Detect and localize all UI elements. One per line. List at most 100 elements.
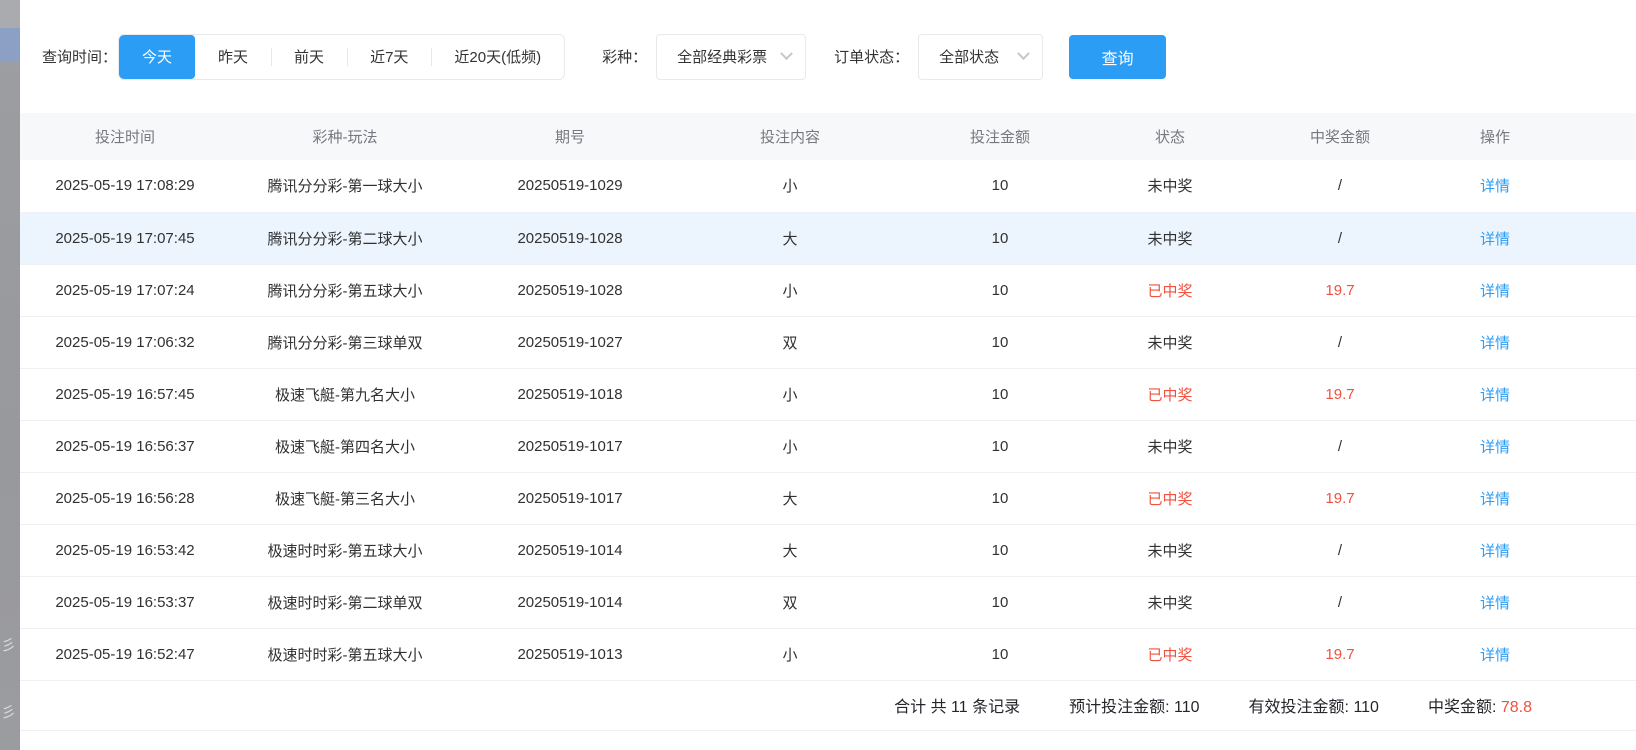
table-row: 2025-05-19 17:07:24 腾讯分分彩-第五球大小 20250519…: [20, 264, 1636, 316]
cell-bet-time: 2025-05-19 16:52:47: [20, 628, 230, 680]
cell-bet-amount: 10: [900, 160, 1100, 212]
cell-filler: [1550, 576, 1636, 628]
cell-bet-time: 2025-05-19 17:07:24: [20, 264, 230, 316]
cell-status: 未中奖: [1100, 316, 1240, 368]
column-header: 彩种-玩法: [230, 113, 460, 160]
cell-filler: [1550, 472, 1636, 524]
summary-valid-bet-label: 有效投注金额:: [1249, 699, 1349, 716]
cell-prize: /: [1240, 524, 1440, 576]
time-filter-option-2[interactable]: 前天: [271, 35, 347, 79]
cell-prize: /: [1240, 212, 1440, 264]
cell-game-play: 腾讯分分彩-第三球单双: [230, 316, 460, 368]
cell-issue-no: 20250519-1017: [460, 420, 680, 472]
cell-issue-no: 20250519-1014: [460, 524, 680, 576]
cell-action: 详情: [1440, 316, 1550, 368]
detail-link[interactable]: 详情: [1480, 335, 1510, 352]
cell-prize: /: [1240, 576, 1440, 628]
cell-issue-no: 20250519-1027: [460, 316, 680, 368]
cell-issue-no: 20250519-1028: [460, 212, 680, 264]
cell-bet-content: 小: [680, 264, 900, 316]
cell-game-play: 极速飞艇-第四名大小: [230, 420, 460, 472]
detail-link[interactable]: 详情: [1480, 595, 1510, 612]
summary-prize-label: 中奖金额:: [1428, 699, 1496, 716]
detail-link[interactable]: 详情: [1480, 543, 1510, 560]
detail-link[interactable]: 详情: [1480, 491, 1510, 508]
cell-bet-content: 大: [680, 472, 900, 524]
detail-link[interactable]: 详情: [1480, 178, 1510, 195]
detail-link[interactable]: 详情: [1480, 387, 1510, 404]
cell-bet-amount: 10: [900, 212, 1100, 264]
cell-bet-content: 小: [680, 160, 900, 212]
cell-action: 详情: [1440, 368, 1550, 420]
time-filter-option-1[interactable]: 昨天: [195, 35, 271, 79]
summary-prize-value: 78.8: [1501, 699, 1532, 716]
cell-filler: [1550, 524, 1636, 576]
order-status-select[interactable]: 全部状态: [918, 34, 1043, 80]
table-row: 2025-05-19 17:06:32 腾讯分分彩-第三球单双 20250519…: [20, 316, 1636, 368]
cell-status: 已中奖: [1100, 264, 1240, 316]
records-table: 投注时间彩种-玩法期号投注内容投注金额状态中奖金额操作 2025-05-19 1…: [20, 113, 1636, 681]
cell-game-play: 极速时时彩-第五球大小: [230, 524, 460, 576]
cell-bet-time: 2025-05-19 16:56:28: [20, 472, 230, 524]
cell-bet-amount: 10: [900, 576, 1100, 628]
table-row: 2025-05-19 17:07:45 腾讯分分彩-第二球大小 20250519…: [20, 212, 1636, 264]
sidebar-text-fragment: 彡: [1, 638, 16, 653]
cell-filler: [1550, 368, 1636, 420]
column-header: 操作: [1440, 113, 1550, 160]
column-header: 投注时间: [20, 113, 230, 160]
detail-link[interactable]: 详情: [1480, 283, 1510, 300]
sidebar-edge-active-item: [0, 28, 20, 62]
cell-game-play: 极速飞艇-第九名大小: [230, 368, 460, 420]
sidebar-text-fragment: 彡: [1, 705, 16, 720]
cell-status: 未中奖: [1100, 420, 1240, 472]
lottery-type-value: 全部经典彩票: [677, 46, 767, 67]
time-filter-option-3[interactable]: 近7天: [347, 35, 431, 79]
detail-link[interactable]: 详情: [1480, 231, 1510, 248]
summary-valid-bet-value: 110: [1353, 699, 1379, 716]
cell-action: 详情: [1440, 212, 1550, 264]
summary-bar: 合计 共 11 条记录 预计投注金额: 110 有效投注金额: 110 中奖金额…: [20, 681, 1636, 731]
query-button[interactable]: 查询: [1069, 35, 1166, 79]
cell-bet-content: 大: [680, 212, 900, 264]
column-header: 期号: [460, 113, 680, 160]
cell-game-play: 腾讯分分彩-第二球大小: [230, 212, 460, 264]
cell-bet-amount: 10: [900, 420, 1100, 472]
chevron-down-icon: [780, 47, 793, 60]
cell-bet-time: 2025-05-19 17:08:29: [20, 160, 230, 212]
cell-bet-amount: 10: [900, 628, 1100, 680]
cell-status: 已中奖: [1100, 368, 1240, 420]
lottery-type-select[interactable]: 全部经典彩票: [656, 34, 806, 80]
order-status-label: 订单状态：: [834, 46, 909, 67]
column-header: 投注内容: [680, 113, 900, 160]
cell-prize: /: [1240, 160, 1440, 212]
cell-status: 已中奖: [1100, 472, 1240, 524]
time-filter-option-4[interactable]: 近20天(低频): [431, 35, 564, 79]
cell-filler: [1550, 264, 1636, 316]
cell-bet-time: 2025-05-19 16:56:37: [20, 420, 230, 472]
column-header: 状态: [1100, 113, 1240, 160]
cell-game-play: 极速飞艇-第三名大小: [230, 472, 460, 524]
cell-prize: /: [1240, 420, 1440, 472]
detail-link[interactable]: 详情: [1480, 439, 1510, 456]
cell-bet-content: 小: [680, 368, 900, 420]
cell-action: 详情: [1440, 628, 1550, 680]
cell-bet-amount: 10: [900, 264, 1100, 316]
cell-prize: /: [1240, 316, 1440, 368]
detail-link[interactable]: 详情: [1480, 647, 1510, 664]
filter-bar: 查询时间： 今天昨天前天近7天近20天(低频) 彩种： 全部经典彩票 订单状态：…: [20, 0, 1636, 80]
cell-bet-amount: 10: [900, 524, 1100, 576]
column-header-filler: [1550, 113, 1636, 160]
table-row: 2025-05-19 17:08:29 腾讯分分彩-第一球大小 20250519…: [20, 160, 1636, 212]
cell-status: 未中奖: [1100, 160, 1240, 212]
summary-expected-bet: 预计投注金额: 110: [1069, 693, 1199, 717]
cell-action: 详情: [1440, 472, 1550, 524]
table-row: 2025-05-19 16:52:47 极速时时彩-第五球大小 20250519…: [20, 628, 1636, 680]
cell-bet-content: 双: [680, 316, 900, 368]
cell-game-play: 腾讯分分彩-第一球大小: [230, 160, 460, 212]
summary-expected-bet-value: 110: [1174, 699, 1200, 716]
time-filter-option-0[interactable]: 今天: [119, 35, 195, 79]
cell-action: 详情: [1440, 160, 1550, 212]
cell-bet-content: 大: [680, 524, 900, 576]
cell-status: 未中奖: [1100, 212, 1240, 264]
cell-action: 详情: [1440, 420, 1550, 472]
